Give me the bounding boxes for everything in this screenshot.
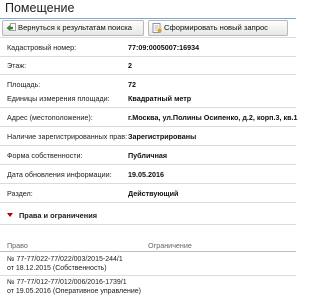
area-unit-value: Квадратный метр [128,94,192,103]
floor-value: 2 [128,61,132,70]
divider [0,126,296,127]
new-request-button[interactable]: Сформировать новый запрос [148,20,288,36]
divider [0,275,296,276]
divider [0,183,296,184]
divider [0,107,296,108]
back-arrow-icon [6,23,16,31]
cadastral-number-value: 77:09:0005007:16934 [128,43,200,52]
section-label: Раздел: [7,189,33,198]
update-date-value: 19.05.2016 [128,170,164,179]
right-date-type: от 19.05.2016 (Оперативное управление) [7,288,142,295]
document-icon [152,23,162,33]
area-label: Площадь: [7,80,41,89]
divider [0,145,296,146]
area-unit-label: Единицы измерения площади: [7,94,110,103]
rights-section-toggle[interactable]: Права и ограничения [7,211,97,220]
new-request-label: Сформировать новый запрос [164,23,268,32]
title-underline [0,18,296,19]
ownership-form-label: Форма собственности: [7,151,83,160]
area-value: 72 [128,80,136,89]
divider [0,202,296,203]
registered-rights-value: Зарегистрированы [128,132,197,141]
registered-rights-label: Наличие зарегистрированных прав: [7,132,128,141]
divider [0,224,296,225]
divider [0,56,296,57]
ownership-form-value: Публичная [128,151,168,160]
page-title: Помещение [5,1,75,15]
back-to-results-label: Вернуться к результатам поиска [18,23,132,32]
triangle-down-icon [7,213,13,217]
divider [0,37,296,38]
section-value: Действующий [128,189,179,198]
update-date-label: Дата обновления информации: [7,170,112,179]
rights-section-title: Права и ограничения [19,211,98,220]
divider [0,74,296,75]
column-header-restriction: Ограничение [148,241,192,250]
floor-label: Этаж: [7,61,27,70]
address-value: г.Москва, ул.Полины Осипенко, д.2, корп.… [128,113,298,122]
right-number: № 77-77/022-77/022/003/2015-244/1 [7,256,123,263]
right-number: № 77-77/012-77/012/006/2016-1739/1 [7,279,127,286]
divider [0,164,296,165]
cadastral-number-label: Кадастровый номер: [7,43,77,52]
table-header-divider [0,251,296,252]
right-date-type: от 18.12.2015 (Собственность) [7,265,107,272]
back-to-results-button[interactable]: Вернуться к результатам поиска [2,20,144,36]
column-header-right: Право [7,241,28,250]
address-label: Адрес (местоположение): [7,113,93,122]
